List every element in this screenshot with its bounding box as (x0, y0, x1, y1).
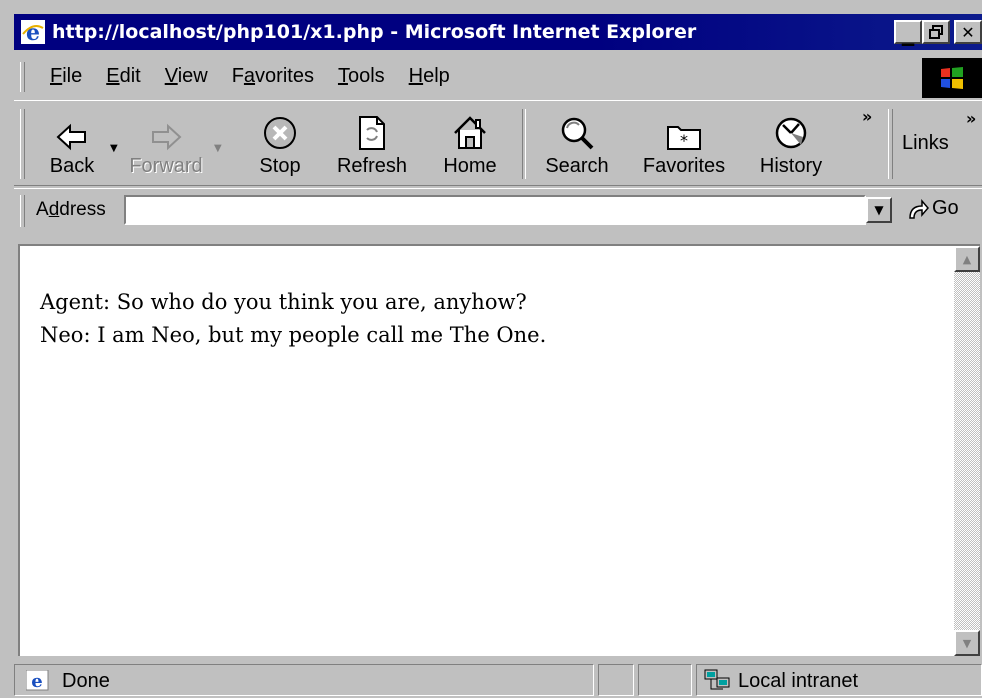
dialogue-line: Agent: So who do you think you are, anyh… (40, 290, 527, 314)
scroll-down-button[interactable]: ▼ (954, 630, 980, 656)
scroll-down-icon: ▼ (962, 636, 972, 650)
menu-file[interactable]: File (50, 62, 82, 90)
address-label: Address (36, 199, 106, 220)
restore-icon (929, 25, 943, 39)
svg-text:e: e (31, 671, 42, 692)
go-button[interactable]: Go (906, 197, 959, 220)
status-text: Done (62, 670, 110, 692)
stop-icon (264, 117, 296, 149)
history-icon (775, 117, 807, 149)
toolbar-separator (522, 109, 526, 179)
window-controls: ▁ ✕ (892, 20, 982, 46)
minimize-icon: ▁ (901, 26, 915, 46)
status-pane-progress (598, 664, 634, 696)
scroll-up-icon: ▲ (962, 252, 972, 266)
home-icon (454, 116, 486, 149)
standard-toolbar: Back ▼ Forward ▼ Stop Refresh Home Searc… (14, 100, 982, 186)
links-more-chevron-icon[interactable]: » (966, 109, 976, 128)
back-button[interactable]: Back (42, 109, 102, 183)
close-icon: ✕ (961, 22, 975, 42)
toolbar-grip[interactable] (20, 109, 25, 179)
windows-logo-icon (941, 67, 963, 89)
back-arrow-icon (56, 123, 86, 151)
stop-button[interactable]: Stop (252, 109, 308, 183)
minimize-button[interactable]: ▁ (894, 20, 922, 46)
maximize-button[interactable] (922, 20, 950, 44)
address-input[interactable] (124, 195, 866, 225)
home-button[interactable]: Home (438, 109, 502, 183)
page-status-icon: e (25, 669, 50, 696)
addressbar-grip[interactable] (20, 195, 25, 227)
svg-text:e: e (26, 20, 40, 44)
security-zone-label: Local intranet (738, 670, 859, 692)
browser-window: e http://localhost/php101/x1.php - Micro… (0, 0, 982, 698)
chevron-down-icon: ▼ (874, 203, 884, 217)
forward-dropdown-icon[interactable]: ▼ (214, 143, 222, 154)
favorites-button[interactable]: * Favorites (636, 109, 732, 183)
ie-logo-icon: e (20, 19, 46, 45)
page-body: Agent: So who do you think you are, anyh… (40, 286, 546, 352)
search-button[interactable]: Search (540, 109, 614, 183)
refresh-icon (359, 116, 385, 150)
status-bar: e Done Local intranet (14, 660, 982, 698)
scroll-up-button[interactable]: ▲ (954, 246, 980, 272)
intranet-zone-icon (704, 668, 732, 696)
menu-help[interactable]: Help (409, 62, 450, 90)
status-pane-security (638, 664, 692, 696)
windows-logo-throbber (922, 58, 982, 98)
forward-button[interactable]: Forward (126, 109, 206, 183)
menu-view[interactable]: View (165, 62, 208, 90)
page-content[interactable]: Agent: So who do you think you are, anyh… (18, 244, 980, 656)
window-title: http://localhost/php101/x1.php - Microso… (52, 21, 697, 43)
vertical-scrollbar[interactable]: ▲ ▼ (954, 246, 980, 656)
go-arrow-icon (909, 198, 929, 219)
menu-items: File Edit View Favorites Tools Help (50, 62, 474, 90)
svg-text:*: * (680, 131, 688, 150)
search-icon (561, 117, 594, 150)
menu-tools[interactable]: Tools (338, 62, 385, 90)
refresh-button[interactable]: Refresh (332, 109, 412, 183)
close-button[interactable]: ✕ (954, 20, 982, 44)
menu-favorites[interactable]: Favorites (232, 62, 314, 90)
address-dropdown-button[interactable]: ▼ (866, 197, 892, 223)
title-bar[interactable]: e http://localhost/php101/x1.php - Micro… (14, 14, 982, 50)
address-bar: Address ▼ Go (14, 188, 982, 232)
back-dropdown-icon[interactable]: ▼ (110, 143, 118, 154)
dialogue-line: Neo: I am Neo, but my people call me The… (40, 323, 547, 347)
menu-bar: File Edit View Favorites Tools Help (14, 58, 982, 98)
links-grip[interactable] (888, 109, 893, 179)
menubar-grip[interactable] (20, 62, 25, 92)
menu-edit[interactable]: Edit (106, 62, 140, 90)
favorites-folder-icon: * (667, 126, 701, 150)
history-button[interactable]: History (756, 109, 826, 183)
toolbar-more-chevron-icon[interactable]: » (862, 107, 872, 126)
links-button[interactable]: Links (902, 132, 949, 155)
forward-arrow-icon (152, 123, 182, 151)
